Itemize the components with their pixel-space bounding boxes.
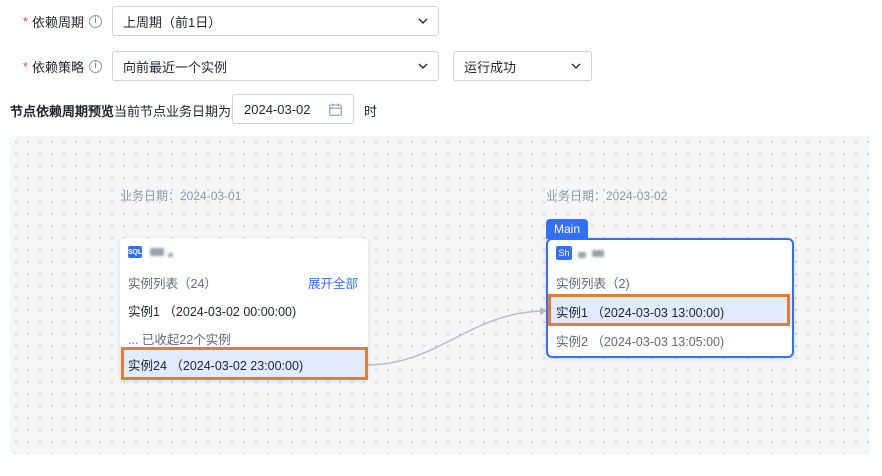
required-mark: * <box>22 58 28 74</box>
calendar-icon <box>329 103 342 116</box>
expand-all-link[interactable]: 展开全部 <box>308 273 358 292</box>
redacted-node-name <box>592 249 604 257</box>
instance-list-header: 实例列表（24） 展开全部 <box>120 268 368 296</box>
preview-title: 节点依赖周期预览 <box>10 104 115 119</box>
upstream-node-header: SQL <box>120 238 368 266</box>
dependency-cycle-select[interactable]: 上周期（前1日） <box>112 6 439 36</box>
dependency-preview-canvas[interactable]: 业务日期：2024-03-01 业务日期：2024-03-02 SQL 实例列表… <box>10 136 870 454</box>
redacted-node-name <box>578 251 586 258</box>
dependency-strategy-select[interactable]: 向前最近一个实例 <box>112 51 439 81</box>
shell-icon: Sh <box>556 246 572 260</box>
business-date-value: 2024-03-02 <box>244 101 311 117</box>
dependency-strategy-label: * 依赖策略 i <box>0 57 110 76</box>
business-date-picker[interactable]: 2024-03-02 <box>232 94 354 124</box>
instance-list-title: 实例列表（2) <box>556 276 630 291</box>
chevron-down-icon <box>571 63 581 69</box>
instance-status-value: 运行成功 <box>464 59 517 75</box>
sql-icon: SQL <box>128 246 142 258</box>
dependency-strategy-row: * 依赖策略 i <box>0 51 110 81</box>
redacted-node-name <box>168 253 173 257</box>
hour-suffix: 时 <box>364 104 378 119</box>
instance-status-select[interactable]: 运行成功 <box>453 51 592 81</box>
dependency-strategy-label-text: 依赖策略 <box>31 59 84 75</box>
instance-row-selected[interactable]: 实例24 （2024-03-02 23:00:00) <box>120 350 368 378</box>
instance-row-selected[interactable]: 实例1 （2024-03-03 13:00:00) <box>548 297 792 325</box>
dependency-strategy-value: 向前最近一个实例 <box>123 59 228 75</box>
collapsed-instances-row[interactable]: ... 已收起22个实例 <box>120 324 368 352</box>
current-node-header: Sh <box>548 240 792 266</box>
dependency-cycle-label: * 依赖周期 i <box>0 12 110 31</box>
dependency-cycle-value: 上周期（前1日） <box>123 14 222 30</box>
current-node-card[interactable]: Sh 实例列表（2) 实例1 （2024-03-03 13:00:00) 实例2… <box>546 238 794 358</box>
dependency-cycle-label-text: 依赖周期 <box>31 14 84 30</box>
info-icon[interactable]: i <box>89 14 102 28</box>
info-icon[interactable]: i <box>89 59 102 73</box>
chevron-down-icon <box>418 18 428 24</box>
dependency-cycle-row: * 依赖周期 i <box>0 6 110 36</box>
chevron-down-icon <box>418 63 428 69</box>
instance-row[interactable]: 实例2 （2024-03-03 13:05:00) <box>548 326 792 354</box>
main-tag: Main <box>546 219 589 239</box>
redacted-node-name <box>150 248 164 256</box>
instance-row[interactable]: 实例1 （2024-03-02 00:00:00) <box>120 296 368 324</box>
upstream-node-card[interactable]: SQL 实例列表（24） 展开全部 实例1 （2024-03-02 00:00:… <box>120 238 368 380</box>
instance-list-title: 实例列表（24） <box>128 276 217 291</box>
required-mark: * <box>22 13 28 29</box>
preview-hint: 当前节点业务日期为 <box>114 104 232 119</box>
